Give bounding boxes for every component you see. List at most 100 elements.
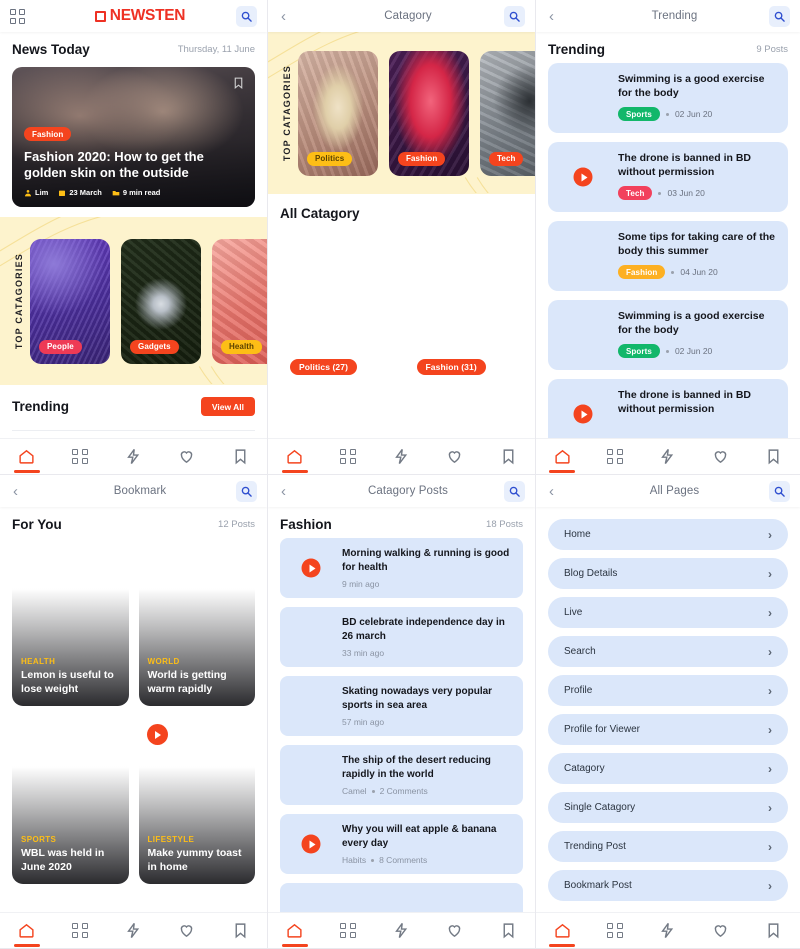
- more-options-icon[interactable]: [228, 546, 247, 565]
- nav-favourite[interactable]: [703, 448, 739, 465]
- post-list-item[interactable]: Why you will eat apple & banana every da…: [280, 814, 523, 874]
- back-button[interactable]: ‹: [546, 484, 580, 499]
- nav-category[interactable]: [330, 448, 366, 465]
- nav-trending[interactable]: [383, 922, 419, 939]
- trending-list-item[interactable]: The drone is banned in BD without permis…: [548, 379, 788, 438]
- post-list-item[interactable]: [280, 883, 523, 912]
- search-button[interactable]: [504, 5, 525, 27]
- nav-bookmark[interactable]: [222, 922, 258, 939]
- category-card[interactable]: Politics: [298, 50, 378, 176]
- page-item-search[interactable]: Search ›: [548, 636, 788, 667]
- catagory-tile[interactable]: Fashion (31): [407, 227, 524, 387]
- play-icon[interactable]: [301, 834, 321, 854]
- category-card[interactable]: Health: [212, 238, 267, 364]
- menu-button[interactable]: [10, 8, 44, 24]
- bookmark-card[interactable]: LIFESTYLE Make yummy toast in home: [138, 716, 256, 884]
- page-item-trending-post[interactable]: Trending Post ›: [548, 831, 788, 862]
- nav-category[interactable]: [330, 922, 366, 939]
- hero-article-card[interactable]: Fashion Fashion 2020: How to get the gol…: [12, 67, 255, 207]
- trending-list-item[interactable]: Swimming is a good exercise for the body…: [548, 300, 788, 370]
- view-all-button[interactable]: View All: [200, 397, 255, 416]
- nav-home[interactable]: [544, 448, 580, 473]
- category-card[interactable]: People: [30, 238, 110, 364]
- nav-trending[interactable]: [650, 448, 686, 465]
- card-title: WBL was held in June 2020: [21, 847, 105, 874]
- post-comments: 8 Comments: [379, 855, 428, 865]
- nav-trending[interactable]: [650, 922, 686, 939]
- search-button[interactable]: [504, 480, 525, 502]
- nav-bookmark[interactable]: [222, 448, 258, 465]
- nav-home[interactable]: [277, 922, 313, 947]
- post-list-item[interactable]: Morning walking & running is good for he…: [280, 538, 523, 598]
- back-button[interactable]: ‹: [546, 9, 580, 24]
- more-options-icon[interactable]: [228, 724, 247, 743]
- category-card[interactable]: Tech: [480, 50, 535, 176]
- category-card[interactable]: Gadgets: [121, 238, 201, 364]
- play-icon[interactable]: [573, 404, 593, 424]
- page-item-home[interactable]: Home ›: [548, 519, 788, 550]
- more-options-icon[interactable]: [228, 902, 247, 912]
- nav-category[interactable]: [62, 448, 98, 465]
- nav-trending[interactable]: [115, 448, 151, 465]
- nav-category[interactable]: [597, 448, 633, 465]
- bookmark-card[interactable]: [138, 894, 256, 912]
- bottom-nav: [536, 438, 800, 474]
- catagory-tile[interactable]: [407, 397, 524, 438]
- page-item-catagory[interactable]: Catagory ›: [548, 753, 788, 784]
- play-icon[interactable]: [573, 167, 593, 187]
- play-icon[interactable]: [301, 558, 321, 578]
- catagory-tile[interactable]: [280, 397, 397, 438]
- post-list-item[interactable]: The ship of the desert reducing rapidly …: [280, 745, 523, 805]
- back-button[interactable]: ‹: [278, 484, 312, 499]
- more-options-icon[interactable]: [101, 724, 121, 743]
- nav-bookmark[interactable]: [490, 448, 526, 465]
- search-button[interactable]: [769, 5, 790, 27]
- nav-favourite[interactable]: [703, 922, 739, 939]
- search-button[interactable]: [236, 5, 257, 27]
- page-item-bookmark-post[interactable]: Bookmark Post ›: [548, 870, 788, 901]
- nav-trending[interactable]: [115, 922, 151, 939]
- home-icon: [555, 449, 570, 464]
- nav-home[interactable]: [544, 922, 580, 947]
- bookmark-card[interactable]: WORLD World is getting warm rapidly: [138, 538, 256, 706]
- nav-bookmark[interactable]: [490, 922, 526, 939]
- nav-favourite[interactable]: [437, 922, 473, 939]
- catagory-tile[interactable]: Politics (27): [280, 227, 397, 387]
- post-list-item[interactable]: Skating nowadays very popular sports in …: [280, 676, 523, 736]
- post-list-item[interactable]: BD celebrate independence day in 26 marc…: [280, 607, 523, 667]
- nav-bookmark[interactable]: [756, 922, 792, 939]
- trending-list-item[interactable]: Some tips for taking care of the body th…: [548, 221, 788, 291]
- search-button[interactable]: [236, 480, 257, 502]
- nav-trending[interactable]: [383, 448, 419, 465]
- nav-category[interactable]: [62, 922, 98, 939]
- category-card[interactable]: Fashion: [389, 50, 469, 176]
- more-options-icon[interactable]: [101, 546, 121, 565]
- post-sub: Habits: [342, 855, 367, 865]
- back-button[interactable]: ‹: [278, 9, 312, 24]
- trending-list-item[interactable]: The drone is banned in BD without permis…: [548, 142, 788, 212]
- back-button[interactable]: ‹: [10, 484, 44, 499]
- more-options-icon[interactable]: [101, 902, 121, 912]
- nav-home[interactable]: [9, 922, 45, 947]
- trending-list-item[interactable]: Swimming is a good exercise for the body…: [548, 63, 788, 133]
- bookmark-card[interactable]: [12, 894, 129, 912]
- page-item-live[interactable]: Live ›: [548, 597, 788, 628]
- nav-category[interactable]: [597, 922, 633, 939]
- nav-favourite[interactable]: [437, 448, 473, 465]
- nav-bookmark[interactable]: [756, 448, 792, 465]
- page-item-profile[interactable]: Profile ›: [548, 675, 788, 706]
- post-thumbnail: [289, 822, 333, 866]
- nav-favourite[interactable]: [169, 448, 205, 465]
- bookmark-card[interactable]: SPORTS WBL was held in June 2020: [12, 716, 129, 884]
- page-item-blog-details[interactable]: Blog Details ›: [548, 558, 788, 589]
- page-item-profile-for-viewer[interactable]: Profile for Viewer ›: [548, 714, 788, 745]
- category-badge: Gadgets: [130, 339, 179, 354]
- page-item-single-catagory[interactable]: Single Catagory ›: [548, 792, 788, 823]
- bookmark-card[interactable]: HEALTH Lemon is useful to lose weight: [12, 538, 129, 706]
- post-thumbnail: [289, 615, 333, 659]
- nav-home[interactable]: [277, 448, 313, 473]
- nav-favourite[interactable]: [169, 922, 205, 939]
- search-button[interactable]: [769, 480, 790, 502]
- play-icon[interactable]: [146, 724, 168, 745]
- nav-home[interactable]: [9, 448, 45, 473]
